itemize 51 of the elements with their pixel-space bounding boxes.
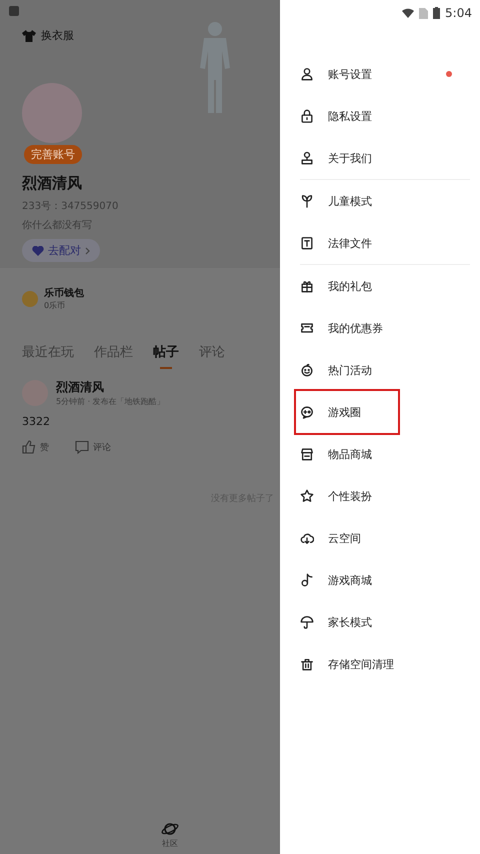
gamepad-icon — [300, 405, 314, 419]
heart-icon — [32, 246, 44, 256]
chevron-right-icon — [85, 246, 90, 254]
menu-item[interactable]: 关于我们 — [294, 137, 466, 179]
menu-item[interactable]: 家长模式 — [294, 601, 466, 643]
menu-item[interactable]: 隐私设置 — [294, 95, 466, 137]
menu-item[interactable]: 游戏商城 — [294, 559, 466, 601]
post-author: 烈酒清风 — [56, 379, 105, 396]
menu-item[interactable]: 云空间 — [294, 517, 466, 559]
menu-item[interactable]: 儿童模式 — [294, 180, 466, 222]
smiley-icon — [300, 363, 314, 377]
menu-item[interactable]: 热门活动 — [294, 349, 466, 391]
person-icon — [300, 67, 314, 81]
umbrella-icon — [300, 615, 314, 629]
menu-item[interactable]: 物品商城 — [294, 433, 466, 475]
profile-tab[interactable]: 帖子 — [153, 343, 179, 367]
menu-item[interactable]: 我的礼包 — [294, 265, 466, 307]
trash-bin-icon — [300, 657, 314, 671]
menu-item[interactable]: 我的优惠券 — [294, 307, 466, 349]
menu-item[interactable]: 账号设置 — [294, 53, 466, 95]
document-icon — [300, 236, 314, 250]
complete-account-badge[interactable]: 完善账号 — [24, 145, 82, 164]
no-sim-icon — [419, 8, 428, 18]
username: 烈酒清风 — [22, 174, 83, 193]
wifi-icon — [402, 8, 414, 18]
menu-item[interactable]: 法律文件 — [294, 222, 466, 264]
planet-icon — [161, 821, 179, 837]
sprout-icon — [300, 194, 314, 208]
coin-icon — [22, 290, 38, 306]
ticket-icon — [300, 321, 314, 335]
menu-item[interactable]: 游戏圈 — [294, 391, 466, 433]
star-icon — [300, 489, 314, 503]
shop-icon — [300, 447, 314, 461]
battery-icon — [433, 7, 440, 19]
menu-item[interactable]: 存储空间清理 — [294, 643, 466, 685]
lock-icon — [300, 109, 314, 123]
wallet-balance: 0乐币 — [44, 300, 66, 311]
post-text: 3322 — [22, 415, 51, 428]
thumbs-up-icon — [22, 440, 36, 454]
wallet-title[interactable]: 乐币钱包 — [44, 286, 84, 300]
outfit-button[interactable]: 换衣服 — [22, 28, 74, 43]
app-icon — [9, 6, 19, 16]
comment-icon — [75, 440, 89, 454]
gift-icon — [300, 279, 314, 293]
status-time: 5:04 — [445, 6, 472, 20]
cloud-icon — [300, 531, 314, 545]
person-icon — [300, 151, 314, 165]
t-shirt-icon — [22, 30, 36, 42]
post-meta: 5分钟前 · 发布在「地铁跑酷」 — [56, 396, 165, 407]
menu-item[interactable]: 个性装扮 — [294, 475, 466, 517]
music-note-icon — [300, 573, 314, 587]
